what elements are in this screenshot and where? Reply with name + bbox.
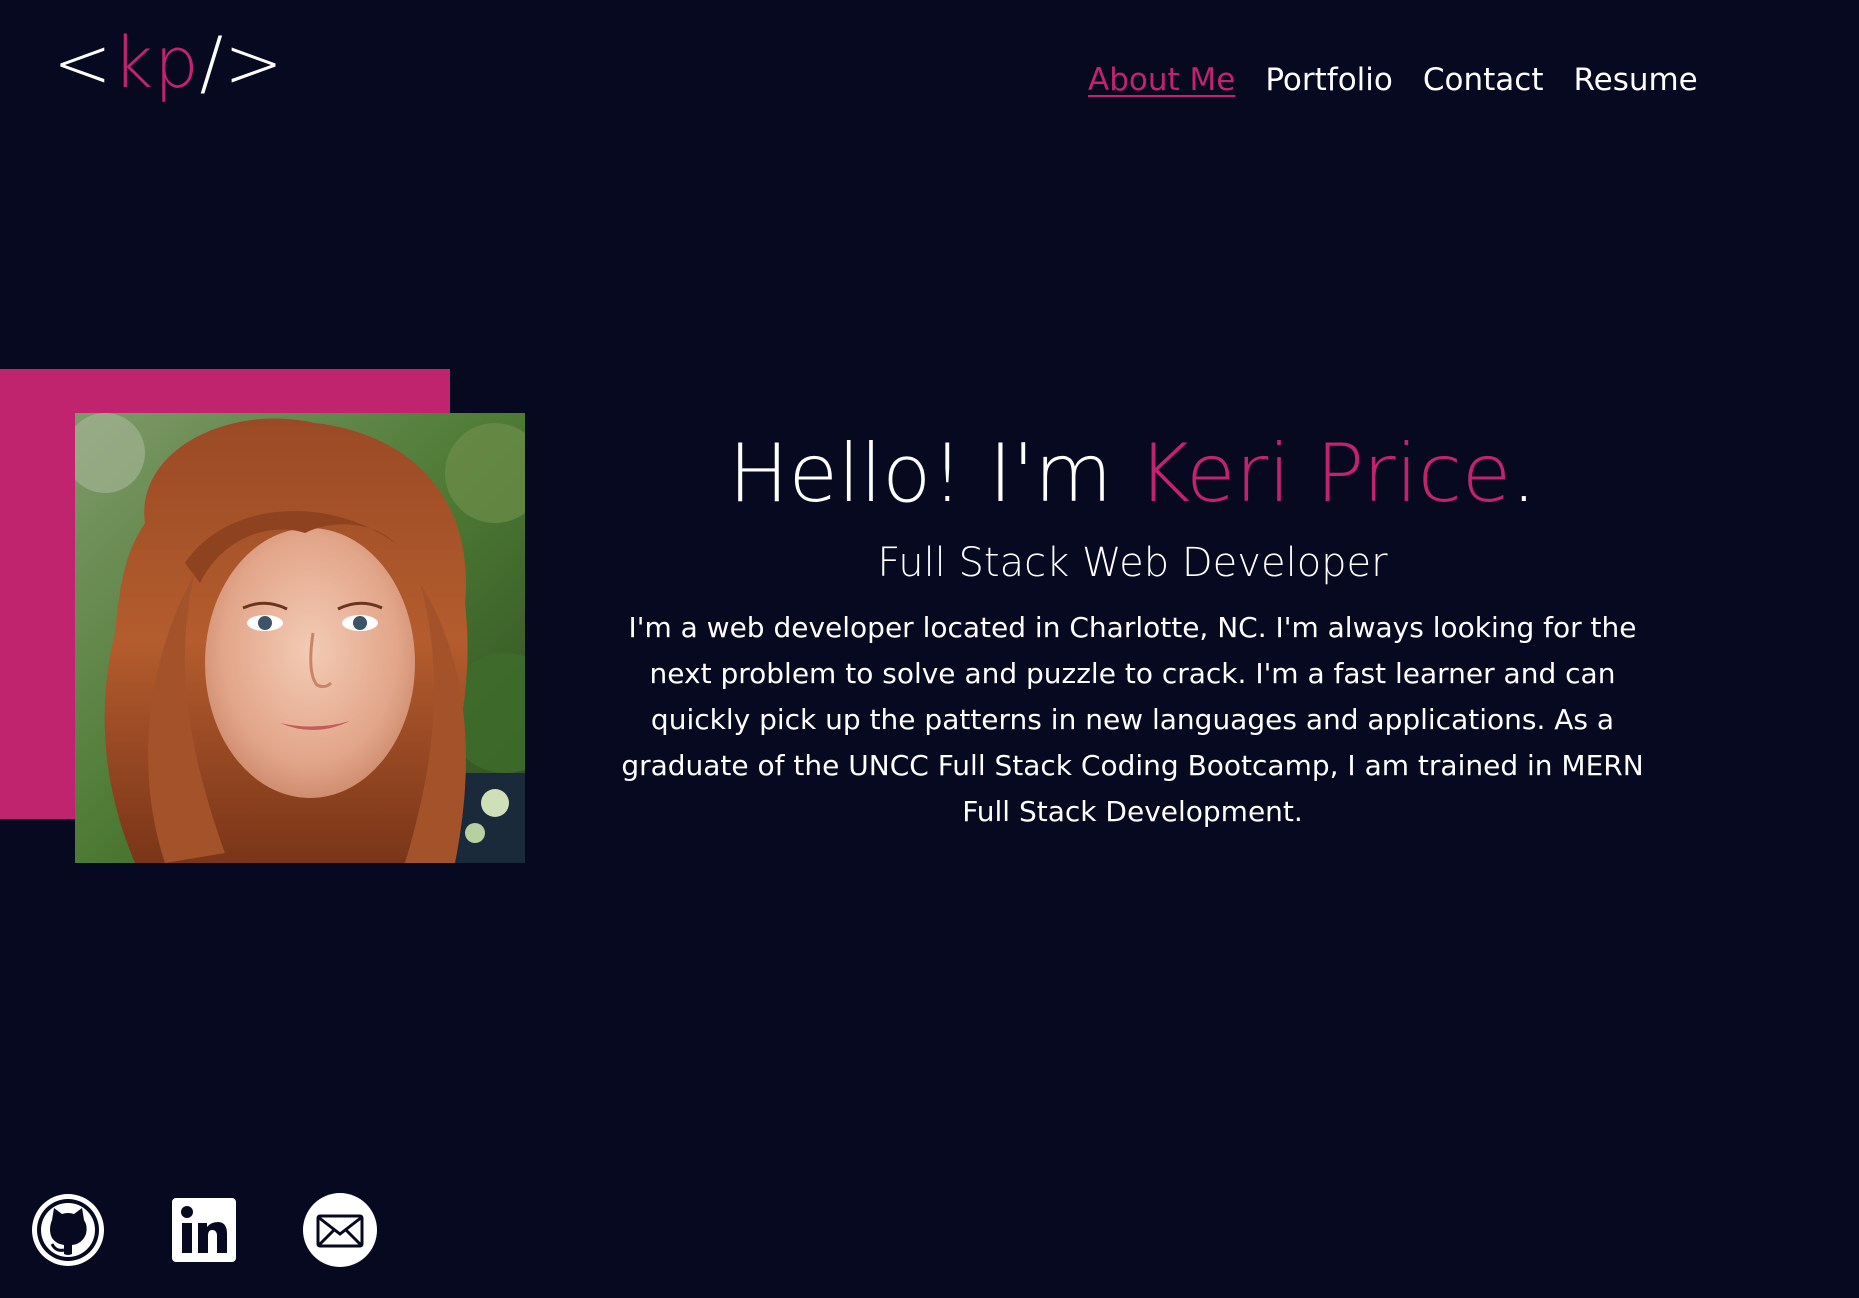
hero-heading: Hello! I'm Keri Price. xyxy=(580,425,1685,523)
nav-resume[interactable]: Resume xyxy=(1573,62,1697,98)
profile-photo xyxy=(75,413,525,863)
nav-portfolio[interactable]: Portfolio xyxy=(1265,62,1393,98)
nav-about-me[interactable]: About Me xyxy=(1088,62,1235,98)
linkedin-icon xyxy=(172,1198,236,1262)
hero-period: . xyxy=(1511,427,1537,520)
site-logo[interactable]: <kp/> xyxy=(53,28,284,98)
hero-greeting: Hello! I'm xyxy=(728,427,1138,520)
social-links xyxy=(30,1192,378,1268)
logo-close-bracket: /> xyxy=(199,22,284,104)
logo-open-bracket: < xyxy=(53,22,113,104)
email-link[interactable] xyxy=(302,1192,378,1268)
profile-photo-illustration xyxy=(75,413,525,863)
github-icon xyxy=(32,1194,104,1266)
hero-subtitle: Full Stack Web Developer xyxy=(877,539,1388,586)
hero-name: Keri Price xyxy=(1137,427,1512,520)
nav-contact[interactable]: Contact xyxy=(1423,62,1544,98)
email-icon xyxy=(303,1193,377,1267)
logo-initials: kp xyxy=(112,22,200,104)
main-nav: About Me Portfolio Contact Resume xyxy=(1088,62,1698,98)
hero-bio: I'm a web developer located in Charlotte… xyxy=(621,610,1644,828)
hero-section: Hello! I'm Keri Price. Full Stack Web De… xyxy=(580,425,1685,835)
github-link[interactable] xyxy=(30,1192,106,1268)
linkedin-link[interactable] xyxy=(166,1192,242,1268)
